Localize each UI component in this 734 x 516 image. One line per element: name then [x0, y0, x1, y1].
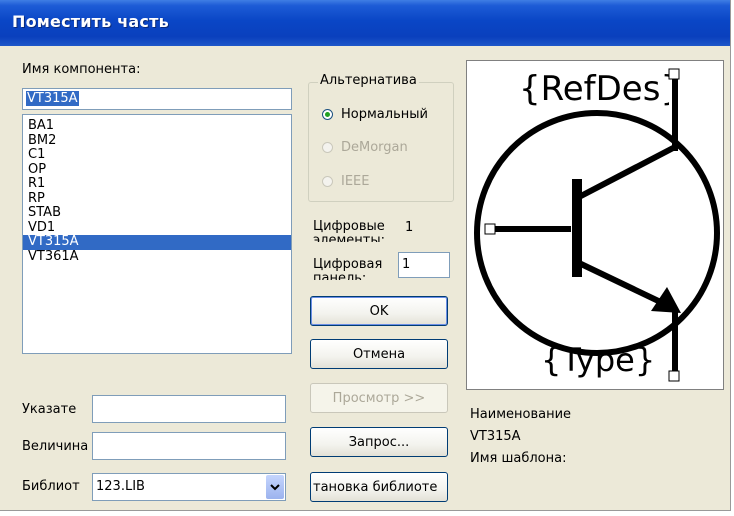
- pointer-label: Указате: [22, 402, 77, 417]
- ok-button[interactable]: OK: [310, 296, 448, 326]
- list-item[interactable]: VT315A: [23, 234, 291, 250]
- template-label: Имя шаблона:: [470, 451, 567, 466]
- list-item[interactable]: C1: [23, 147, 291, 163]
- list-item[interactable]: BA1: [23, 118, 291, 134]
- type-text: {Type}: [541, 341, 656, 379]
- base-pin-box: [484, 223, 496, 235]
- window-title: Поместить часть: [12, 12, 169, 31]
- library-setup-button[interactable]: тановка библиоте: [310, 472, 448, 502]
- list-item[interactable]: VT361A: [23, 249, 291, 265]
- chevron-down-icon[interactable]: [266, 475, 284, 499]
- component-name-value: VT315A: [26, 91, 79, 106]
- digital-elements-label-2: элементы:: [313, 233, 385, 243]
- radio-normal-button[interactable]: [322, 109, 333, 120]
- library-select[interactable]: 123.LIB: [92, 473, 286, 501]
- radio-demorgan-button: [322, 142, 333, 153]
- library-label: Библиот: [22, 479, 80, 494]
- value-input[interactable]: [92, 432, 286, 460]
- radio-ieee: IEEE: [322, 174, 369, 189]
- digital-panel-input[interactable]: 1: [398, 252, 450, 278]
- component-name-label: Имя компонента:: [22, 62, 141, 77]
- type-text-box: {Type}: [541, 339, 655, 381]
- cancel-button[interactable]: Отмена: [310, 339, 448, 369]
- name-label: Наименование: [470, 407, 572, 422]
- pointer-label-box: Указате: [22, 402, 92, 417]
- library-select-value: 123.LIB: [96, 479, 145, 494]
- list-item[interactable]: BM2: [23, 133, 291, 149]
- value-label-box: Величина: [22, 439, 92, 454]
- emitter-line: [577, 260, 673, 310]
- name-value: VT315A: [470, 429, 521, 444]
- component-list[interactable]: BA1 BM2 C1 OP R1 RP STAB VD1 VT315A VT361A: [22, 114, 292, 354]
- refdes-text: {RefDes}: [519, 69, 669, 109]
- pointer-input[interactable]: [92, 395, 286, 423]
- place-part-dialog: Поместить часть Имя компонента: VT315A B…: [0, 0, 731, 511]
- component-name-input[interactable]: VT315A: [22, 88, 292, 110]
- radio-demorgan-label: DeMorgan: [341, 140, 408, 155]
- digital-elements-label-box: Цифровые элементы:: [313, 220, 395, 242]
- symbol-preview: {RefDes} {Type}: [466, 60, 724, 390]
- alternative-legend: Альтернатива: [318, 73, 419, 88]
- title-bar[interactable]: Поместить часть: [0, 0, 730, 46]
- radio-normal[interactable]: Нормальный: [322, 107, 428, 122]
- digital-elements-value: 1: [405, 220, 414, 235]
- list-item[interactable]: VD1: [23, 220, 291, 236]
- collector-line: [577, 144, 677, 200]
- list-item[interactable]: STAB: [23, 205, 291, 221]
- collector-pin-box: [668, 68, 680, 80]
- value-label: Величина: [22, 439, 89, 454]
- digital-elements-label: Цифровые: [313, 220, 385, 234]
- radio-ieee-button: [322, 176, 333, 187]
- digital-panel-label-2: панель:: [313, 271, 367, 281]
- radio-normal-label: Нормальный: [341, 107, 428, 122]
- digital-panel-label: Цифровая: [313, 258, 383, 272]
- list-item[interactable]: R1: [23, 176, 291, 192]
- emitter-pin-box: [668, 370, 680, 382]
- preview-button: Просмотр >>: [310, 383, 448, 413]
- refdes-text-box: {RefDes}: [519, 67, 669, 111]
- list-item[interactable]: RP: [23, 191, 291, 207]
- query-button[interactable]: Запрос...: [310, 427, 448, 457]
- transistor-body-circle: [474, 110, 720, 356]
- digital-panel-label-box: Цифровая панель:: [313, 258, 397, 280]
- library-label-box: Библиот: [22, 479, 92, 494]
- radio-demorgan: DeMorgan: [322, 140, 408, 155]
- radio-ieee-label: IEEE: [341, 174, 370, 189]
- list-item[interactable]: OP: [23, 162, 291, 178]
